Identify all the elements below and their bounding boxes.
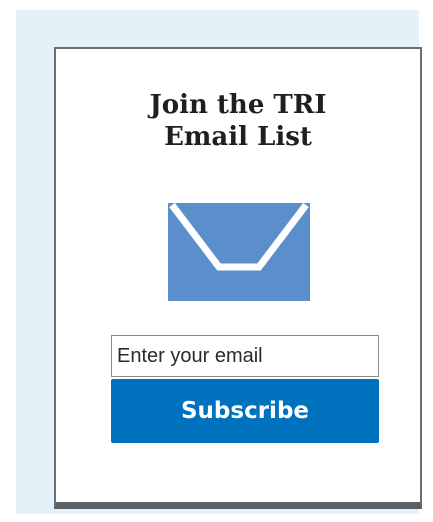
signup-title: Join the TRI Email List [56, 89, 420, 153]
page-background: Join the TRI Email List Subscribe [16, 10, 422, 514]
subscribe-button[interactable]: Subscribe [111, 379, 379, 443]
signup-title-line-2: Email List [164, 122, 312, 152]
envelope-icon [168, 203, 310, 301]
signup-title-line-1: Join the TRI [149, 90, 327, 120]
email-input[interactable] [111, 335, 379, 377]
email-signup-card: Join the TRI Email List Subscribe [54, 47, 422, 509]
